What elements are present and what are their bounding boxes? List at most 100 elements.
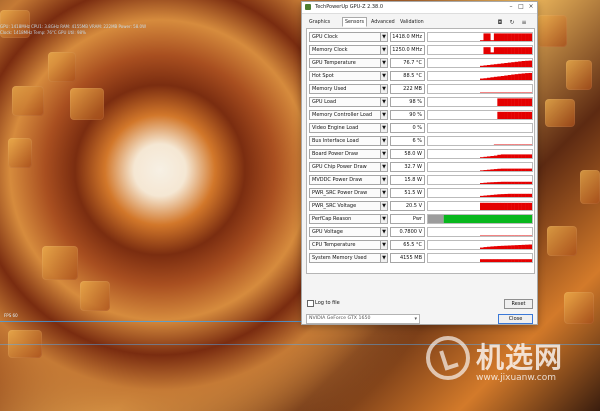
sensor-row: Memory Used ▼ 222 MB xyxy=(309,83,533,95)
graph-bar xyxy=(518,111,522,119)
graph-bar xyxy=(521,181,526,184)
sensor-dropdown-button[interactable]: ▼ xyxy=(381,45,388,55)
sensor-label: Video Engine Load xyxy=(309,123,381,133)
sensor-dropdown-button[interactable]: ▼ xyxy=(381,214,388,224)
graph-bar xyxy=(483,78,488,80)
sensor-row: Hot Spot ▼ 88.5 °C xyxy=(309,70,533,82)
sensor-dropdown-button[interactable]: ▼ xyxy=(381,123,388,133)
sensor-graph xyxy=(427,110,533,120)
tab-sensors[interactable]: Sensors xyxy=(342,17,367,27)
sensor-dropdown-button[interactable]: ▼ xyxy=(381,175,388,185)
graph-bar xyxy=(497,76,501,80)
sensor-label: Memory Used xyxy=(309,84,381,94)
tab-validation[interactable]: Validation xyxy=(397,17,424,27)
sensor-dropdown-button[interactable]: ▼ xyxy=(381,32,388,42)
graph-bar xyxy=(514,33,519,41)
gpuz-window: TechPowerUp GPU-Z 2.38.0 – □ × Graphics … xyxy=(301,1,538,325)
sensor-dropdown-button[interactable]: ▼ xyxy=(381,253,388,263)
minimize-button[interactable]: – xyxy=(506,3,516,11)
sensor-dropdown-button[interactable]: ▼ xyxy=(381,201,388,211)
graph-bar xyxy=(525,60,529,67)
sensor-dropdown-button[interactable]: ▼ xyxy=(381,162,388,172)
sensor-row: GPU Temperature ▼ 76.7 °C xyxy=(309,57,533,69)
graph-bar xyxy=(528,168,532,171)
graph-bar xyxy=(480,170,484,171)
graph-bar xyxy=(483,259,488,262)
graph-bar xyxy=(483,65,488,67)
sensor-graph xyxy=(427,149,533,159)
graph-bar xyxy=(493,182,498,184)
log-to-file-checkbox[interactable] xyxy=(307,300,314,307)
sensor-dropdown-button[interactable]: ▼ xyxy=(381,97,388,107)
graph-bar xyxy=(480,65,484,67)
sensor-label: GPU Load xyxy=(309,97,381,107)
sensor-graph xyxy=(427,58,533,68)
sensor-dropdown-button[interactable]: ▼ xyxy=(381,136,388,146)
graph-bar xyxy=(486,246,491,249)
sensor-label: PWR_SRC Power Draw xyxy=(309,188,381,198)
watermark-url: www.jixuanw.com xyxy=(476,373,556,383)
graph-bar xyxy=(493,259,498,262)
graph-bar xyxy=(497,111,501,119)
sensor-row: GPU Chip Power Draw ▼ 32.7 W xyxy=(309,161,533,173)
graph-bar xyxy=(507,62,512,67)
sensor-dropdown-button[interactable]: ▼ xyxy=(381,58,388,68)
graph-bar xyxy=(521,111,526,119)
sensor-value: 1250.0 MHz xyxy=(390,45,425,55)
sensor-dropdown-button[interactable]: ▼ xyxy=(381,84,388,94)
graph-bar xyxy=(504,47,508,54)
sensor-dropdown-button[interactable]: ▼ xyxy=(381,149,388,159)
graph-bar xyxy=(483,247,488,249)
sensor-row: GPU Clock ▼ 1418.0 MHz xyxy=(309,31,533,43)
graph-bar xyxy=(528,259,532,262)
graph-bar xyxy=(493,47,498,54)
sensor-value: 58.0 W xyxy=(390,149,425,159)
sensor-row: GPU Voltage ▼ 0.7800 V xyxy=(309,226,533,238)
sensor-dropdown-button[interactable]: ▼ xyxy=(381,240,388,250)
menu-icon[interactable]: ≡ xyxy=(520,19,528,27)
graph-bar xyxy=(493,33,498,41)
graph-bar xyxy=(514,154,519,158)
graph-bar xyxy=(525,202,529,210)
fps-label: FPS 60 xyxy=(4,313,18,318)
graph-bar xyxy=(528,181,532,184)
sensor-dropdown-button[interactable]: ▼ xyxy=(381,110,388,120)
reset-button[interactable]: Reset xyxy=(504,299,533,309)
sensor-label: Board Power Draw xyxy=(309,149,381,159)
refresh-icon[interactable]: ↻ xyxy=(508,19,516,27)
graph-bar xyxy=(480,259,484,262)
close-window-button[interactable]: × xyxy=(526,3,536,11)
sensor-graph xyxy=(427,123,533,133)
graph-bar xyxy=(483,170,488,171)
graph-bar xyxy=(500,168,505,171)
tab-advanced[interactable]: Advanced xyxy=(368,17,396,27)
maximize-button[interactable]: □ xyxy=(516,3,526,11)
camera-icon[interactable]: ◘ xyxy=(496,19,504,27)
graph-bar xyxy=(497,245,501,249)
sensor-graph xyxy=(427,201,533,211)
sensor-dropdown-button[interactable]: ▼ xyxy=(381,188,388,198)
sensor-value: 0 % xyxy=(390,123,425,133)
sensor-dropdown-button[interactable]: ▼ xyxy=(381,227,388,237)
graph-bar xyxy=(511,245,515,249)
graph-bar xyxy=(518,154,522,158)
tab-graphics-card[interactable]: Graphics Card xyxy=(306,17,341,35)
close-button[interactable]: Close xyxy=(498,314,533,324)
sensor-dropdown-button[interactable]: ▼ xyxy=(381,71,388,81)
graph-bar xyxy=(518,168,522,171)
sensor-value: 51.5 W xyxy=(390,188,425,198)
graph-bar xyxy=(521,244,526,249)
sensor-row: PerfCap Reason ▼ Pwr xyxy=(309,213,533,225)
gpu-select[interactable]: NVIDIA GeForce GTX 1650 ▾ xyxy=(306,314,420,324)
graph-bar xyxy=(521,47,526,54)
graph-bar xyxy=(490,64,495,67)
gpu-select-value: NVIDIA GeForce GTX 1650 xyxy=(309,316,371,321)
graph-bar xyxy=(521,98,526,106)
graph-bar xyxy=(480,157,484,158)
sensor-label: GPU Temperature xyxy=(309,58,381,68)
graph-bar xyxy=(518,47,522,54)
guide-line xyxy=(0,321,305,322)
graph-bar xyxy=(497,202,501,210)
sensor-graph xyxy=(427,214,533,224)
graph-bar xyxy=(514,168,519,171)
